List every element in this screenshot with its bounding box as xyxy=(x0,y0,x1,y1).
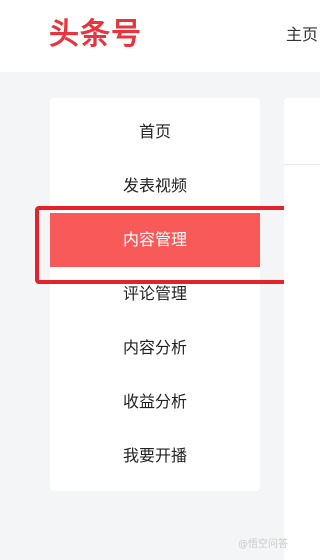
sidebar-item-content-analysis[interactable]: 内容分析 xyxy=(50,321,260,375)
sidebar-item-comment-management[interactable]: 评论管理 xyxy=(50,267,260,321)
nav-home-link[interactable]: 主页 xyxy=(286,24,318,46)
main-content-panel xyxy=(284,98,320,560)
content-divider xyxy=(284,164,320,165)
logo[interactable]: 头条号 xyxy=(49,17,142,53)
top-bar: 头条号 主页 xyxy=(0,0,320,72)
sidebar-item-content-management[interactable]: 内容管理 xyxy=(50,213,260,267)
sidebar-item-revenue-analysis[interactable]: 收益分析 xyxy=(50,375,260,429)
sidebar-item-home[interactable]: 首页 xyxy=(50,105,260,159)
sidebar-item-go-live[interactable]: 我要开播 xyxy=(50,429,260,483)
sidebar: 首页 发表视频 内容管理 评论管理 内容分析 收益分析 我要开播 xyxy=(50,98,260,491)
sidebar-item-publish-video[interactable]: 发表视频 xyxy=(50,159,260,213)
page: 头条号 主页 首页 发表视频 内容管理 评论管理 内容分析 收益分析 我要开播 … xyxy=(0,0,320,560)
watermark: @悟空问答 xyxy=(238,539,288,550)
